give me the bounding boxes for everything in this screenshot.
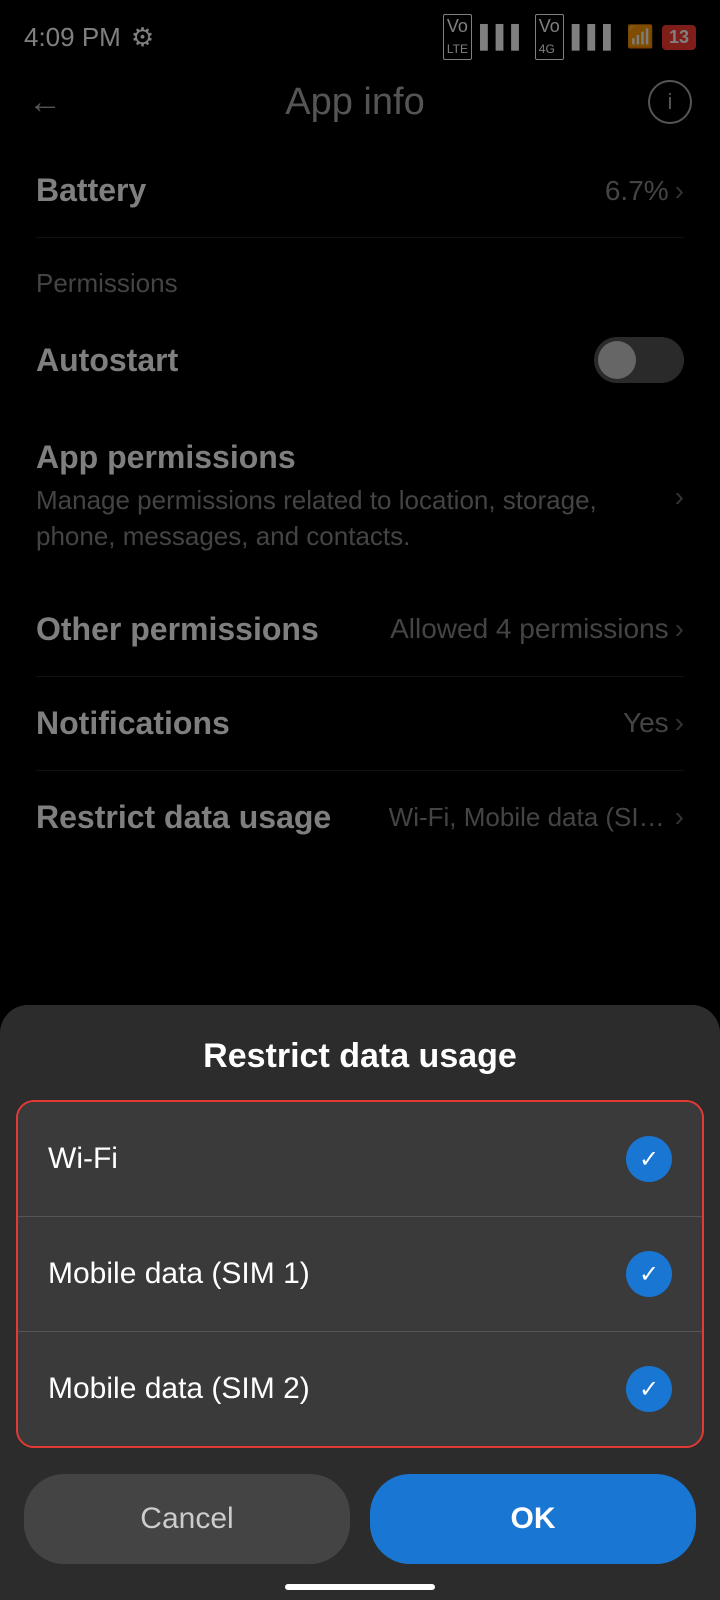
sim2-label: Mobile data (SIM 2) (48, 1372, 310, 1406)
sim2-check-icon: ✓ (639, 1375, 659, 1404)
wifi-check-icon: ✓ (639, 1145, 659, 1174)
wifi-check-item[interactable]: Wi-Fi ✓ (18, 1102, 702, 1216)
sheet-buttons: Cancel OK (0, 1448, 720, 1580)
home-indicator (285, 1584, 435, 1590)
sim2-check-item[interactable]: Mobile data (SIM 2) ✓ (18, 1331, 702, 1446)
wifi-checkbox[interactable]: ✓ (626, 1136, 672, 1182)
sim2-checkbox[interactable]: ✓ (626, 1366, 672, 1412)
bottom-sheet: Restrict data usage Wi-Fi ✓ Mobile data … (0, 1005, 720, 1600)
sim1-check-item[interactable]: Mobile data (SIM 1) ✓ (18, 1216, 702, 1331)
sim1-label: Mobile data (SIM 1) (48, 1257, 310, 1291)
check-list: Wi-Fi ✓ Mobile data (SIM 1) ✓ Mobile dat… (16, 1100, 704, 1448)
ok-button[interactable]: OK (370, 1474, 696, 1564)
sheet-title: Restrict data usage (0, 1005, 720, 1100)
sim1-checkbox[interactable]: ✓ (626, 1251, 672, 1297)
sim1-check-icon: ✓ (639, 1260, 659, 1289)
wifi-label: Wi-Fi (48, 1142, 118, 1176)
cancel-button[interactable]: Cancel (24, 1474, 350, 1564)
